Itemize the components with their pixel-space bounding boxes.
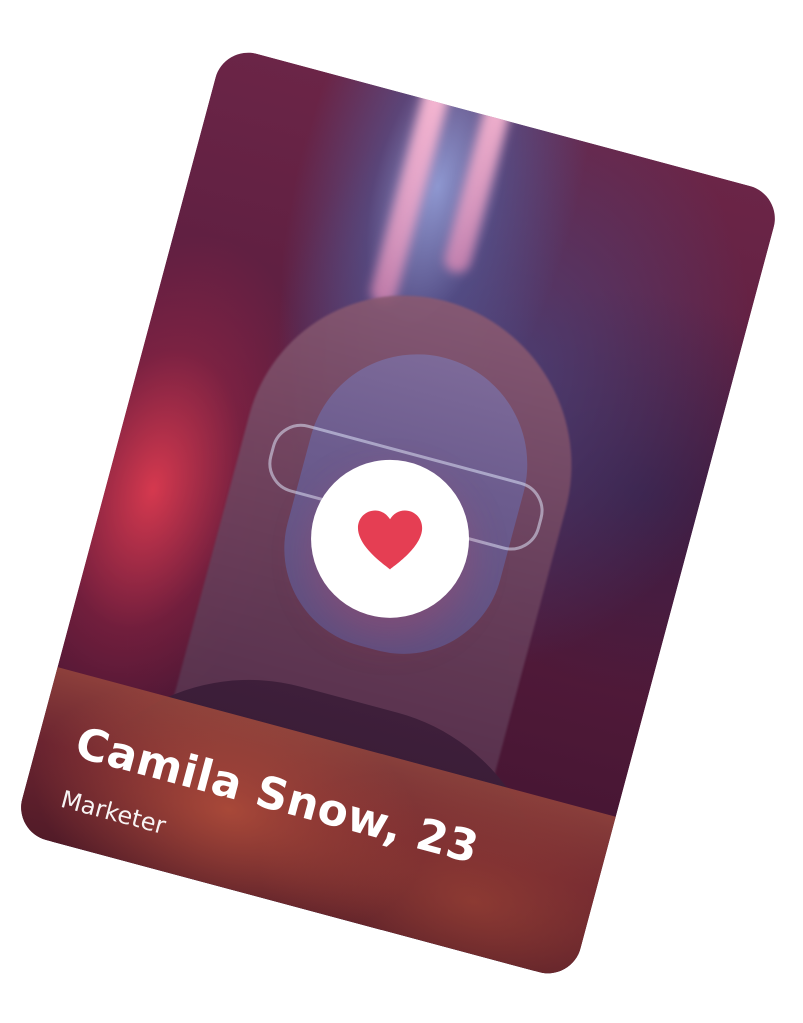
neon-light [367,78,453,308]
neon-light [441,75,519,276]
profile-card[interactable]: Camila Snow, 23 Marketer [13,45,783,981]
like-button[interactable] [311,459,470,618]
profile-occupation: Marketer [57,785,169,840]
heart-icon [357,510,423,570]
screen: Camila Snow, 23 Marketer [0,0,803,1023]
